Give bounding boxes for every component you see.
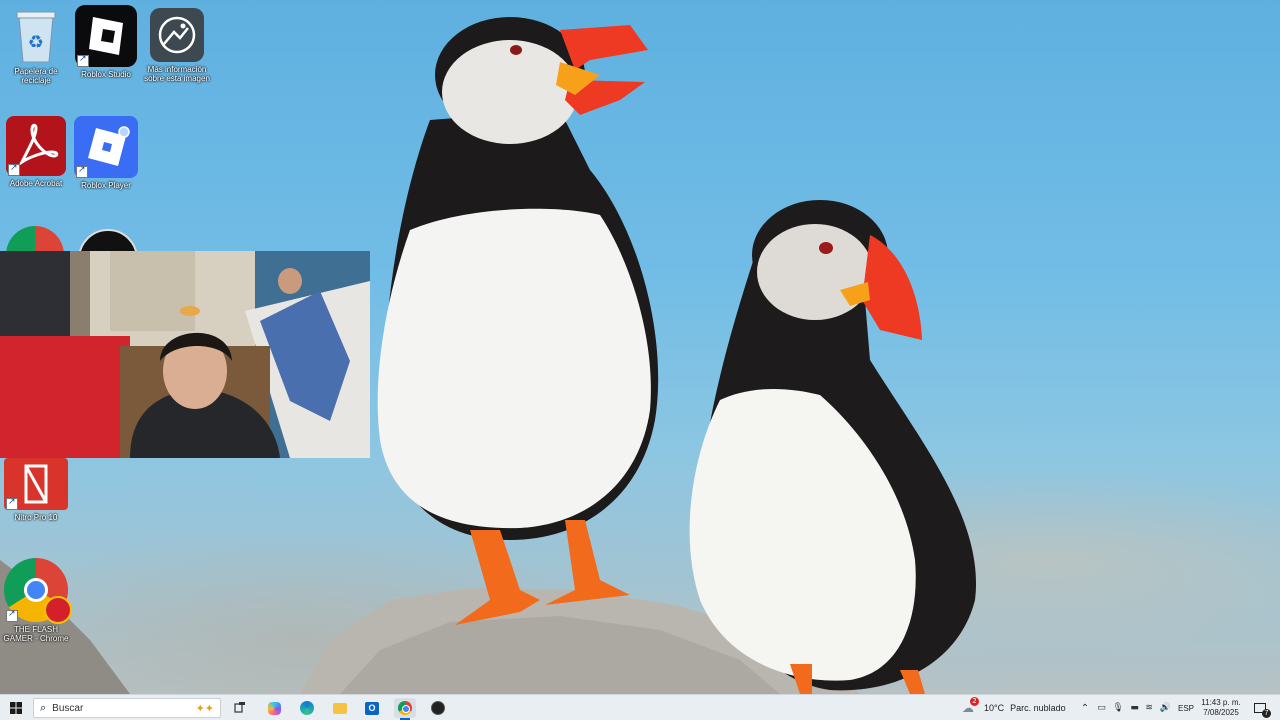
desktop-icon-image-info[interactable]: Más información sobre esta imagen [141, 8, 213, 83]
chrome-profile-icon [4, 558, 72, 624]
notification-icon: 7 [1254, 703, 1271, 718]
tray-overflow-button[interactable]: ⌃ [1078, 698, 1092, 718]
recycle-bin-icon: ♻ [7, 6, 65, 64]
notification-count-badge: 7 [1262, 709, 1271, 718]
shortcut-arrow-icon [76, 165, 88, 178]
desktop-icon-label: Roblox Player [81, 181, 131, 190]
chrome-icon [398, 701, 412, 715]
search-icon: ⌕ [40, 701, 47, 714]
clock-time: 11:43 p. m. [1201, 698, 1241, 707]
search-placeholder: Buscar [52, 702, 84, 714]
windows-logo-icon [10, 702, 22, 714]
desktop-icon-chrome-profile[interactable]: THE FLASH GAMER - Chrome [0, 558, 72, 643]
desktop-icon-label: Papelera de reciclaje [14, 67, 58, 85]
weather-alert-badge: 2 [970, 697, 979, 706]
shortcut-arrow-icon [6, 497, 18, 510]
desktop-icon-label: Roblox Studio [81, 70, 131, 79]
desktop-icon-label: Nitro Pro 10 [14, 513, 58, 522]
shortcut-arrow-icon [77, 54, 89, 67]
task-view-button[interactable] [230, 698, 250, 718]
meet-now-icon[interactable]: ▭ [1097, 703, 1106, 713]
puffin-left [377, 17, 659, 625]
desktop-icon-roblox-player[interactable]: Roblox Player [70, 116, 142, 190]
battery-icon[interactable]: ▬ [1130, 703, 1139, 713]
taskbar-obs[interactable] [428, 698, 448, 718]
weather-widget[interactable]: ☁ 2 10°C Parc. nublado [962, 697, 1070, 718]
svg-text:♻: ♻ [28, 32, 44, 53]
outlook-icon: O [365, 701, 379, 715]
desktop-icon-nitro-pro[interactable]: Nitro Pro 10 [0, 458, 72, 522]
roblox-player-icon [74, 116, 138, 178]
copilot-icon [267, 701, 281, 715]
folder-icon [333, 702, 347, 714]
weather-cloud-icon: ☁ 2 [962, 697, 979, 715]
taskbar-file-explorer[interactable] [330, 698, 350, 718]
webcam-overlay [0, 251, 370, 458]
notification-center-button[interactable]: 7 [1250, 698, 1271, 718]
image-info-icon [150, 8, 204, 62]
desktop-icon-roblox-studio[interactable]: Roblox Studio [70, 5, 142, 79]
shortcut-arrow-icon [6, 609, 18, 622]
language-indicator[interactable]: ESP [1176, 698, 1196, 718]
taskbar-outlook[interactable]: O [362, 698, 382, 718]
weather-temp: 10°C [984, 703, 1005, 713]
search-highlight-icon: ✦✦ [195, 701, 214, 715]
language-label: ESP [1177, 703, 1194, 713]
search-box[interactable]: ⌕ Buscar ✦✦ [33, 698, 221, 718]
task-view-icon [234, 702, 245, 713]
adobe-acrobat-icon [6, 116, 66, 176]
desktop-icon-label: Más información sobre esta imagen [144, 65, 210, 83]
desktop-icon-recycle-bin[interactable]: ♻ Papelera de reciclaje [0, 6, 72, 85]
start-button[interactable] [6, 698, 26, 718]
desktop: ♻ Papelera de reciclaje Roblox Studio Má… [0, 0, 1280, 694]
microphone-icon[interactable]: 🎙 [1112, 703, 1123, 713]
roblox-studio-icon [75, 5, 137, 67]
tray-icons: ▭ 🎙 ▬ ≋ 🔊 [1094, 698, 1174, 718]
clock[interactable]: 11:43 p. m. 7/08/2025 [1198, 696, 1244, 720]
taskbar: ⌕ Buscar ✦✦ O ☁ 2 10°C Parc. nublado ⌃ ▭… [0, 694, 1280, 720]
taskbar-edge[interactable] [297, 698, 317, 718]
desktop-icon-label: Adobe Acrobat [9, 179, 63, 188]
nitro-pro-icon [4, 458, 68, 510]
obs-icon [431, 701, 445, 715]
wifi-icon[interactable]: ≋ [1145, 703, 1153, 713]
volume-icon[interactable]: 🔊 [1159, 703, 1170, 713]
taskbar-copilot[interactable] [264, 698, 284, 718]
chevron-up-icon: ⌃ [1080, 702, 1090, 714]
edge-icon [300, 701, 314, 715]
shortcut-arrow-icon [8, 163, 20, 176]
profile-avatar [44, 596, 72, 624]
desktop-icon-adobe-acrobat[interactable]: Adobe Acrobat [0, 116, 72, 188]
taskbar-chrome[interactable] [394, 698, 416, 720]
puffin-right [689, 200, 977, 694]
desktop-icon-label: THE FLASH GAMER - Chrome [3, 625, 69, 643]
clock-date: 7/08/2025 [1203, 708, 1239, 717]
weather-condition: Parc. nublado [1010, 703, 1066, 713]
